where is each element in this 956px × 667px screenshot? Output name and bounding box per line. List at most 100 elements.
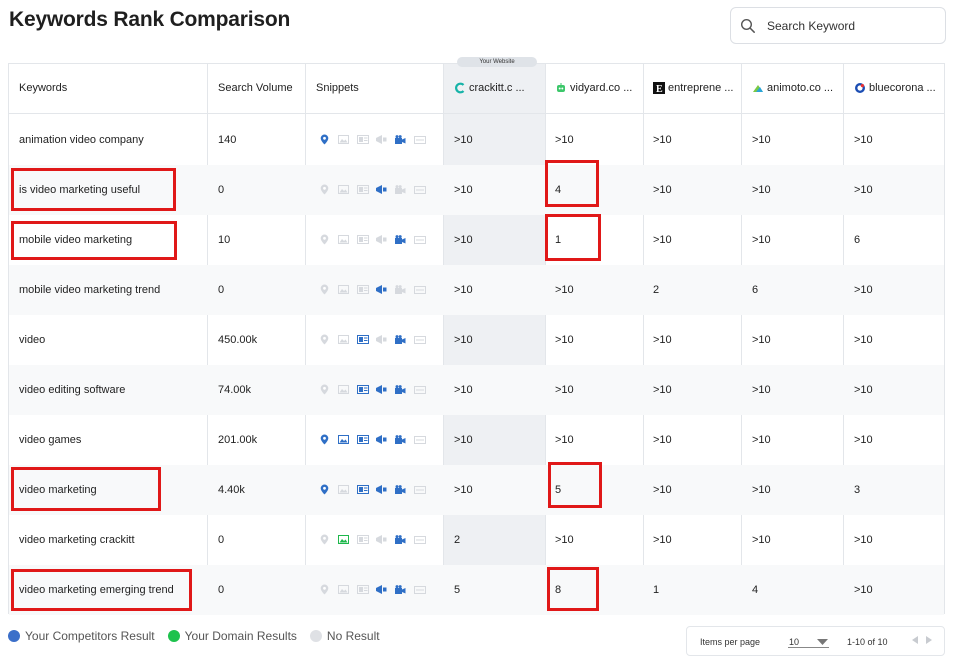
table-row[interactable]: video 450.00k >10 >10 >10 >10 >10 xyxy=(9,315,944,365)
keyword-cell: mobile video marketing trend xyxy=(19,284,161,296)
rank-cell: >10 xyxy=(653,534,672,546)
rank-cell: >10 xyxy=(653,334,672,346)
annotation-box xyxy=(11,221,177,260)
rank-cell: >10 xyxy=(653,134,672,146)
competitor-name: bluecorona ... xyxy=(869,82,936,94)
rank-cell: >10 xyxy=(454,134,473,146)
image-icon xyxy=(336,134,351,145)
featured-snippet-icon xyxy=(355,284,370,295)
news-icon xyxy=(374,434,389,445)
featured-snippet-icon xyxy=(355,584,370,595)
pagination: Items per page 10 1-10 of 10 xyxy=(686,626,945,656)
rank-comparison-table: Keywords Search Volume Snippets crackitt… xyxy=(8,63,945,615)
legend-competitors: Your Competitors Result xyxy=(8,629,155,643)
image-icon xyxy=(336,284,351,295)
next-page-icon[interactable] xyxy=(925,636,932,644)
rank-cell: >10 xyxy=(653,434,672,446)
search-volume-cell: 4.40k xyxy=(218,484,245,496)
snippets-cell xyxy=(317,284,427,295)
header-competitor-animoto[interactable]: animoto.co ... xyxy=(752,82,833,94)
search-volume-cell: 201.00k xyxy=(218,434,258,446)
table-row[interactable]: video editing software 74.00k >10 >10 >10 >10… xyxy=(9,365,944,415)
annotation-box xyxy=(11,168,176,211)
table-row[interactable]: mobile video marketing trend 0 >10 >10 2 6 >10 xyxy=(9,265,944,315)
news-icon xyxy=(374,534,389,545)
entrepreneur-logo-icon: E xyxy=(653,82,665,94)
green-dot-icon xyxy=(167,630,180,642)
bluecorona-logo-icon xyxy=(855,83,865,93)
news-icon xyxy=(374,134,389,145)
image-icon xyxy=(336,584,351,595)
rank-cell: >10 xyxy=(653,484,672,496)
location-pin-icon xyxy=(317,584,332,595)
search-box[interactable] xyxy=(730,7,946,44)
annotation-box xyxy=(548,462,602,508)
search-input[interactable] xyxy=(767,17,937,35)
ad-icon xyxy=(412,484,427,495)
image-icon xyxy=(336,234,351,245)
location-pin-icon xyxy=(317,334,332,345)
search-icon xyxy=(740,18,755,33)
header-competitor-vidyard[interactable]: vidyard.co ... xyxy=(555,82,632,94)
ad-icon xyxy=(412,334,427,345)
image-icon xyxy=(336,184,351,195)
items-per-page-select[interactable]: 10 xyxy=(788,636,829,648)
header-competitor-entrepreneur[interactable]: E entreprene ... xyxy=(653,82,733,94)
video-icon xyxy=(393,284,408,295)
header-search-volume[interactable]: Search Volume xyxy=(218,82,293,94)
svg-text:E: E xyxy=(656,84,663,94)
prev-page-icon[interactable] xyxy=(912,636,919,644)
location-pin-icon xyxy=(317,384,332,395)
rank-cell: >10 xyxy=(854,334,873,346)
table-row[interactable]: video games 201.00k >10 >10 >10 >10 >10 xyxy=(9,415,944,465)
rank-cell: >10 xyxy=(752,134,771,146)
competitor-name: entreprene ... xyxy=(668,82,734,94)
snippets-cell xyxy=(317,234,427,245)
annotation-box xyxy=(545,214,601,261)
rank-cell: >10 xyxy=(752,484,771,496)
featured-snippet-icon xyxy=(355,384,370,395)
rank-cell: >10 xyxy=(454,284,473,296)
blue-dot-icon xyxy=(8,630,20,642)
rank-cell: >10 xyxy=(854,284,873,296)
header-keywords[interactable]: Keywords xyxy=(19,82,67,94)
legend: Your Competitors Result Your Domain Resu… xyxy=(8,629,380,643)
ad-icon xyxy=(412,384,427,395)
rank-cell: >10 xyxy=(752,184,771,196)
header-competitor-bluecorona[interactable]: bluecorona ... xyxy=(854,82,936,94)
ad-icon xyxy=(412,584,427,595)
search-volume-cell: 0 xyxy=(218,584,225,596)
table-row[interactable]: video marketing crackitt 0 2 >10 >10 >10 >10 xyxy=(9,515,944,565)
page-range: 1-10 of 10 xyxy=(847,637,888,647)
table-row[interactable]: animation video company 140 >10 >10 >10 >10 >1… xyxy=(9,115,944,165)
rank-cell: >10 xyxy=(555,134,574,146)
rank-cell: >10 xyxy=(752,534,771,546)
rank-cell: 6 xyxy=(854,234,861,246)
featured-snippet-icon xyxy=(355,134,370,145)
rank-cell: >10 xyxy=(653,184,672,196)
header-competitor-crackitt[interactable]: crackitt.c ... xyxy=(454,82,525,94)
rank-cell: >10 xyxy=(854,584,873,596)
news-icon xyxy=(374,234,389,245)
ad-icon xyxy=(412,434,427,445)
featured-snippet-icon xyxy=(355,334,370,345)
location-pin-icon xyxy=(317,534,332,545)
location-pin-icon xyxy=(317,134,332,145)
news-icon xyxy=(374,334,389,345)
rank-cell: >10 xyxy=(454,334,473,346)
rank-cell: 2 xyxy=(653,284,660,296)
location-pin-icon xyxy=(317,284,332,295)
vidyard-logo-icon xyxy=(557,83,565,92)
featured-snippet-icon xyxy=(355,434,370,445)
your-website-badge: Your Website xyxy=(457,57,537,67)
rank-cell: >10 xyxy=(854,534,873,546)
rank-cell: >10 xyxy=(555,334,574,346)
ad-icon xyxy=(412,234,427,245)
featured-snippet-icon xyxy=(355,184,370,195)
image-icon xyxy=(336,434,351,445)
video-icon xyxy=(393,184,408,195)
annotation-box xyxy=(547,567,599,611)
rank-cell: >10 xyxy=(854,134,873,146)
rank-cell: >10 xyxy=(854,384,873,396)
annotation-box xyxy=(11,569,192,611)
